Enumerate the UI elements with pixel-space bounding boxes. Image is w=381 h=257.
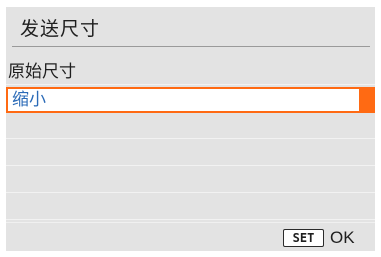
menu-option-empty: [6, 141, 375, 166]
menu-option-reduced-size[interactable]: 缩小: [6, 87, 375, 113]
ok-label: OK: [330, 228, 355, 247]
menu-option-original-size[interactable]: 原始尺寸: [6, 60, 375, 85]
set-ok-button[interactable]: SET OK: [283, 228, 363, 248]
selection-indicator: [359, 87, 375, 113]
menu-option-empty: [6, 114, 375, 139]
title-divider: [12, 46, 370, 47]
page-title: 发送尺寸: [20, 18, 101, 40]
set-button-icon: SET: [283, 229, 324, 247]
send-size-screen: 发送尺寸 原始尺寸 缩小 SET OK: [6, 7, 375, 251]
menu-option-empty: [6, 168, 375, 193]
menu-option-label: 缩小: [12, 90, 46, 110]
footer-divider: [6, 222, 375, 223]
menu-option-label: 原始尺寸: [8, 62, 76, 82]
menu-option-empty: [6, 195, 375, 220]
